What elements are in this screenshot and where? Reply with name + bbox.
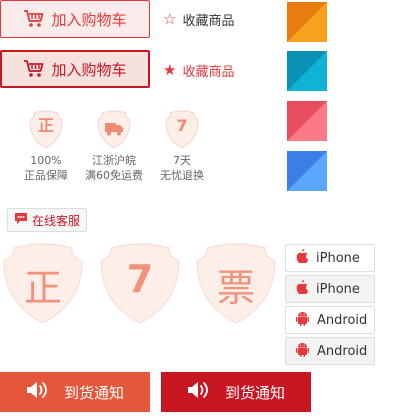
color-swatch-blue: [287, 151, 327, 191]
big-badge-genuine-glyph: 正: [23, 266, 62, 310]
service-genuine: 正 100% 正品保障: [16, 110, 76, 183]
color-swatch-orange: [287, 2, 327, 42]
star-outline-icon: ☆: [163, 10, 177, 28]
android-icon: [296, 311, 309, 330]
favorite-button-active[interactable]: ★ 收藏商品: [163, 61, 235, 81]
big-badge-invoice-glyph: 票: [216, 266, 255, 310]
shield-truck-icon: [94, 110, 134, 150]
platform-label: Android: [317, 312, 368, 328]
favorite-label: 收藏商品: [182, 65, 235, 80]
arrival-notify-button-hover[interactable]: 到货通知: [161, 372, 311, 412]
shield-genuine-icon: 正: [26, 110, 66, 150]
big-badge-genuine: 正: [0, 243, 86, 325]
big-badge-seven: 7: [97, 243, 183, 325]
color-swatch-teal: [287, 51, 327, 91]
shield-seven-icon: 7: [162, 110, 202, 150]
color-swatch-pink: [287, 101, 327, 141]
add-to-cart-label: 加入购物车: [51, 60, 127, 79]
service-genuine-line2: 正品保障: [24, 169, 68, 182]
service-free-shipping-line1: 江浙沪皖: [92, 154, 136, 167]
arrival-notify-label: 到货通知: [224, 383, 285, 402]
speaker-icon: [187, 380, 211, 404]
service-7day-line2: 无忧退换: [160, 169, 204, 182]
online-service-button[interactable]: 在线客服: [7, 208, 87, 232]
service-7day-line1: 7天: [173, 154, 191, 167]
online-service-label: 在线客服: [31, 213, 80, 228]
service-free-shipping: 江浙沪皖 满60免运费: [84, 110, 144, 183]
add-to-cart-label: 加入购物车: [51, 10, 127, 29]
platform-label: iPhone: [316, 281, 360, 297]
arrival-notify-button[interactable]: 到货通知: [0, 372, 150, 412]
speaker-icon: [26, 380, 50, 404]
big-badge-seven-glyph: 7: [126, 257, 154, 301]
star-filled-icon: ★: [163, 61, 177, 79]
cart-icon: [23, 9, 45, 29]
favorite-label: 收藏商品: [182, 14, 235, 29]
download-iphone-button-hover[interactable]: iPhone: [285, 275, 375, 303]
big-badge-invoice: 票: [193, 243, 279, 325]
arrival-notify-label: 到货通知: [63, 383, 124, 402]
apple-icon: [296, 249, 309, 267]
platform-label: Android: [317, 343, 368, 359]
service-free-shipping-line2: 满60免运费: [85, 169, 143, 182]
service-7day-return: 7 7天 无忧退换: [152, 110, 212, 183]
cart-icon: [23, 59, 45, 79]
download-android-button-hover[interactable]: Android: [285, 337, 375, 365]
add-to-cart-button[interactable]: 加入购物车: [0, 0, 150, 38]
android-icon: [296, 342, 309, 361]
service-genuine-line1: 100%: [30, 154, 62, 167]
add-to-cart-button-hover[interactable]: 加入购物车: [0, 50, 150, 88]
platform-label: iPhone: [316, 250, 360, 266]
apple-icon: [296, 280, 309, 298]
download-iphone-button[interactable]: iPhone: [285, 244, 375, 272]
download-android-button[interactable]: Android: [285, 306, 375, 334]
chat-bubble-icon: [14, 212, 28, 228]
favorite-button[interactable]: ☆ 收藏商品: [163, 10, 235, 30]
